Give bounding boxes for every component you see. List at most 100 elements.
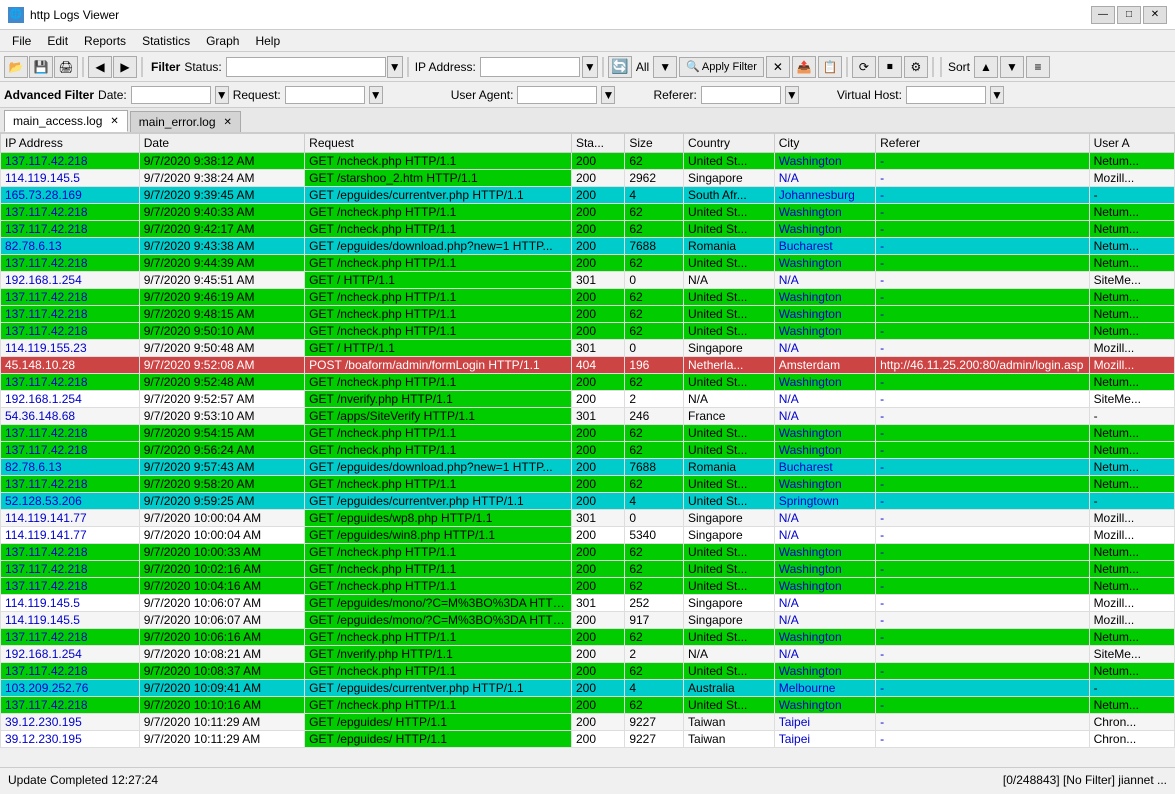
table-row[interactable]: 137.117.42.2189/7/2020 9:42:17 AMGET /nc… <box>1 221 1175 238</box>
cell-country: United St... <box>684 153 775 170</box>
table-row[interactable]: 137.117.42.2189/7/2020 9:58:20 AMGET /nc… <box>1 476 1175 493</box>
sort-up-btn[interactable]: ▲ <box>974 56 998 78</box>
copy-btn[interactable]: 📋 <box>818 56 842 78</box>
title-bar-buttons[interactable]: — □ ✕ <box>1091 6 1167 24</box>
cell-size: 62 <box>625 425 684 442</box>
table-row[interactable]: 114.119.141.779/7/2020 10:00:04 AMGET /e… <box>1 527 1175 544</box>
table-row[interactable]: 52.128.53.2069/7/2020 9:59:25 AMGET /epg… <box>1 493 1175 510</box>
menu-reports[interactable]: Reports <box>76 32 134 50</box>
table-row[interactable]: 137.117.42.2189/7/2020 10:06:16 AMGET /n… <box>1 629 1175 646</box>
col-header-city[interactable]: City <box>774 134 875 153</box>
col-header-request[interactable]: Request <box>305 134 572 153</box>
table-row[interactable]: 103.209.252.769/7/2020 10:09:41 AMGET /e… <box>1 680 1175 697</box>
table-row[interactable]: 192.168.1.2549/7/2020 10:08:21 AMGET /nv… <box>1 646 1175 663</box>
table-row[interactable]: 114.119.145.59/7/2020 10:06:07 AMGET /ep… <box>1 595 1175 612</box>
table-row[interactable]: 82.78.6.139/7/2020 9:57:43 AMGET /epguid… <box>1 459 1175 476</box>
table-row[interactable]: 137.117.42.2189/7/2020 9:50:10 AMGET /nc… <box>1 323 1175 340</box>
table-row[interactable]: 39.12.230.1959/7/2020 10:11:29 AMGET /ep… <box>1 714 1175 731</box>
table-row[interactable]: 114.119.155.239/7/2020 9:50:48 AMGET / H… <box>1 340 1175 357</box>
table-row[interactable]: 54.36.148.689/7/2020 9:53:10 AMGET /apps… <box>1 408 1175 425</box>
cell-city: Washington <box>774 221 875 238</box>
table-row[interactable]: 137.117.42.2189/7/2020 9:56:24 AMGET /nc… <box>1 442 1175 459</box>
referer-dropdown-btn[interactable]: ▼ <box>785 86 799 104</box>
col-header-ip[interactable]: IP Address <box>1 134 140 153</box>
config-btn[interactable]: ⚙ <box>904 56 928 78</box>
close-button[interactable]: ✕ <box>1143 6 1167 24</box>
table-row[interactable]: 137.117.42.2189/7/2020 10:02:16 AMGET /n… <box>1 561 1175 578</box>
table-row[interactable]: 192.168.1.2549/7/2020 9:45:51 AMGET / HT… <box>1 272 1175 289</box>
table-row[interactable]: 165.73.28.1699/7/2020 9:39:45 AMGET /epg… <box>1 187 1175 204</box>
export-btn[interactable]: 📤 <box>792 56 816 78</box>
all-dropdown-btn[interactable]: ▼ <box>653 56 677 78</box>
minimize-button[interactable]: — <box>1091 6 1115 24</box>
log-table-container[interactable]: IP Address Date Request Sta... Size Coun… <box>0 133 1175 767</box>
tab-main-error[interactable]: main_error.log ✕ <box>130 111 241 132</box>
table-row[interactable]: 45.148.10.289/7/2020 9:52:08 AMPOST /boa… <box>1 357 1175 374</box>
cell-request: GET /epguides/win8.php HTTP/1.1 <box>305 527 572 544</box>
tab-close-0[interactable]: ✕ <box>110 116 118 127</box>
ip-filter-input[interactable] <box>480 57 580 77</box>
table-row[interactable]: 137.117.42.2189/7/2020 9:48:15 AMGET /nc… <box>1 306 1175 323</box>
table-row[interactable]: 137.117.42.2189/7/2020 9:46:19 AMGET /nc… <box>1 289 1175 306</box>
col-header-status[interactable]: Sta... <box>571 134 624 153</box>
col-header-country[interactable]: Country <box>684 134 775 153</box>
cell-request: GET /epguides/currentver.php HTTP/1.1 <box>305 493 572 510</box>
save-button[interactable]: 💾 <box>29 56 53 78</box>
table-row[interactable]: 137.117.42.2189/7/2020 9:44:39 AMGET /nc… <box>1 255 1175 272</box>
refresh-btn[interactable]: 🔄 <box>608 56 632 78</box>
tab-main-access[interactable]: main_access.log ✕ <box>4 110 128 132</box>
col-header-size[interactable]: Size <box>625 134 684 153</box>
table-row[interactable]: 137.117.42.2189/7/2020 10:10:16 AMGET /n… <box>1 697 1175 714</box>
table-row[interactable]: 192.168.1.2549/7/2020 9:52:57 AMGET /nve… <box>1 391 1175 408</box>
nav-button-1[interactable]: ◀ <box>88 56 112 78</box>
request-filter-input[interactable] <box>285 86 365 104</box>
menu-help[interactable]: Help <box>247 32 288 50</box>
menu-file[interactable]: File <box>4 32 39 50</box>
apply-filter-button[interactable]: 🔍 Apply Filter <box>679 57 764 77</box>
cell-referer: - <box>876 425 1089 442</box>
cell-date: 9/7/2020 9:59:25 AM <box>139 493 304 510</box>
clear-filter-btn[interactable]: ✕ <box>766 56 790 78</box>
sort-down-btn[interactable]: ▼ <box>1000 56 1024 78</box>
ip-dropdown-btn[interactable]: ▼ <box>582 56 598 78</box>
sort-config-btn[interactable]: ≡ <box>1026 56 1050 78</box>
print-button[interactable]: 🖨 <box>54 56 78 78</box>
table-row[interactable]: 114.119.145.59/7/2020 10:06:07 AMGET /ep… <box>1 612 1175 629</box>
col-header-date[interactable]: Date <box>139 134 304 153</box>
table-row[interactable]: 39.12.230.1959/7/2020 10:11:29 AMGET /ep… <box>1 731 1175 748</box>
request-dropdown-btn[interactable]: ▼ <box>369 86 383 104</box>
vh-dropdown-btn[interactable]: ▼ <box>990 86 1004 104</box>
date-filter-input[interactable] <box>131 86 211 104</box>
table-row[interactable]: 137.117.42.2189/7/2020 9:54:15 AMGET /nc… <box>1 425 1175 442</box>
table-row[interactable]: 137.117.42.2189/7/2020 9:52:48 AMGET /nc… <box>1 374 1175 391</box>
menu-graph[interactable]: Graph <box>198 32 247 50</box>
col-header-referer[interactable]: Referer <box>876 134 1089 153</box>
table-row[interactable]: 137.117.42.2189/7/2020 9:40:33 AMGET /nc… <box>1 204 1175 221</box>
status-dropdown-btn[interactable]: ▼ <box>387 56 403 78</box>
ua-dropdown-btn[interactable]: ▼ <box>601 86 615 104</box>
table-row[interactable]: 114.119.141.779/7/2020 10:00:04 AMGET /e… <box>1 510 1175 527</box>
menu-edit[interactable]: Edit <box>39 32 76 50</box>
open-button[interactable]: 📂 <box>4 56 28 78</box>
virtual-host-input[interactable] <box>906 86 986 104</box>
table-row[interactable]: 114.119.145.59/7/2020 9:38:24 AMGET /sta… <box>1 170 1175 187</box>
useragent-filter-input[interactable] <box>517 86 597 104</box>
stop-btn[interactable]: ⏹ <box>878 56 902 78</box>
nav-button-2[interactable]: ▶ <box>113 56 137 78</box>
update-btn[interactable]: ⟳ <box>852 56 876 78</box>
tab-close-1[interactable]: ✕ <box>224 117 232 128</box>
table-row[interactable]: 137.117.42.2189/7/2020 10:08:37 AMGET /n… <box>1 663 1175 680</box>
status-filter-input[interactable] <box>226 57 386 77</box>
table-row[interactable]: 137.117.42.2189/7/2020 10:04:16 AMGET /n… <box>1 578 1175 595</box>
table-row[interactable]: 137.117.42.2189/7/2020 10:00:33 AMGET /n… <box>1 544 1175 561</box>
cell-size: 62 <box>625 221 684 238</box>
status-filter-dropdown[interactable]: ▼ <box>226 56 403 78</box>
maximize-button[interactable]: □ <box>1117 6 1141 24</box>
menu-statistics[interactable]: Statistics <box>134 32 198 50</box>
col-header-useragent[interactable]: User A <box>1089 134 1174 153</box>
table-row[interactable]: 82.78.6.139/7/2020 9:43:38 AMGET /epguid… <box>1 238 1175 255</box>
cell-status: 200 <box>571 697 624 714</box>
date-dropdown-btn[interactable]: ▼ <box>215 86 229 104</box>
table-row[interactable]: 137.117.42.2189/7/2020 9:38:12 AMGET /nc… <box>1 153 1175 170</box>
referer-filter-input[interactable] <box>701 86 781 104</box>
